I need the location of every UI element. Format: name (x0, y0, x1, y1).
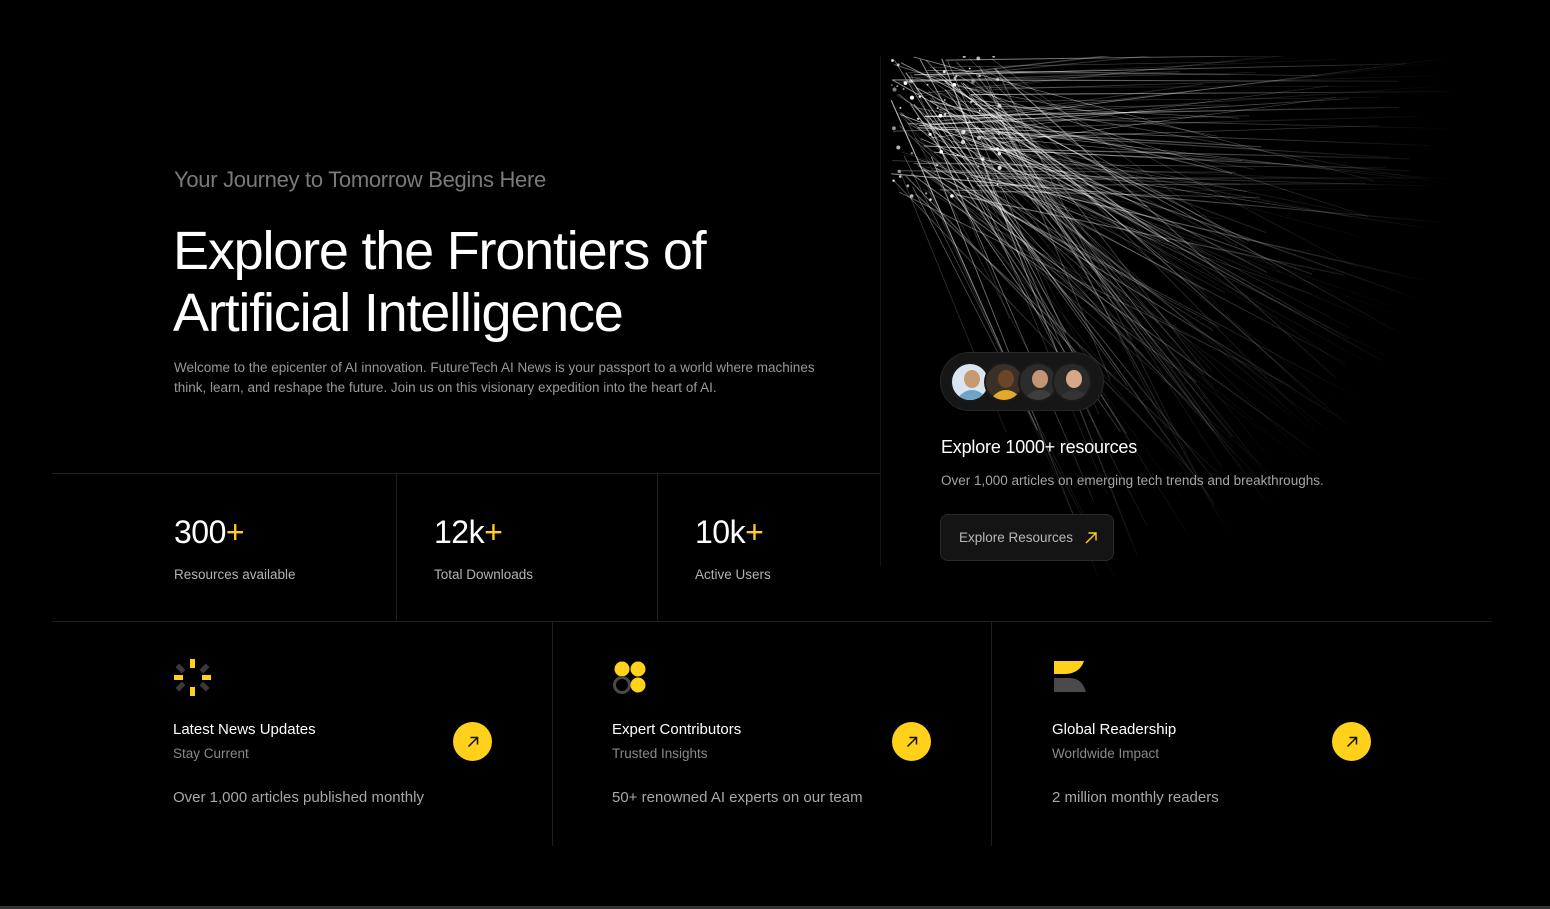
stat-users: 10k+ Active Users (695, 514, 771, 582)
divider (552, 622, 553, 846)
stat-value: 300+ (174, 514, 245, 550)
feature-subtitle: Stay Current (173, 746, 249, 761)
feature-title: Latest News Updates (173, 721, 316, 738)
feature-arrow-button[interactable] (453, 722, 492, 761)
clover-icon (613, 661, 646, 694)
hero-headline-line1: Explore the Frontiers of (173, 221, 707, 281)
arrow-up-right-icon (1085, 531, 1097, 543)
explore-resources-label: Explore Resources (959, 530, 1074, 545)
feature-subtitle: Trusted Insights (612, 746, 708, 761)
stat-label: Active Users (695, 567, 771, 582)
resources-title: Explore 1000+ resources (941, 437, 1138, 457)
feature-title: Global Readership (1052, 721, 1177, 738)
stat-value: 10k+ (695, 514, 764, 550)
divider (991, 622, 992, 846)
feature-news: Latest News Updates Stay Current Over 1,… (173, 658, 492, 806)
stat-label: Total Downloads (434, 567, 534, 582)
feature-contributors: Expert Contributors Trusted Insights 50+… (612, 658, 931, 806)
explore-resources-button[interactable]: Explore Resources (940, 514, 1114, 561)
feature-description: 2 million monthly readers (1052, 789, 1219, 806)
arrow-up-right-icon (906, 736, 917, 747)
stat-label: Resources available (174, 567, 296, 582)
feature-title: Expert Contributors (612, 721, 742, 738)
feature-readership: Global Readership Worldwide Impact 2 mil… (1052, 658, 1371, 806)
feature-arrow-button[interactable] (892, 722, 931, 761)
sparkle-burst-icon (174, 659, 211, 696)
hero-headline-line2: Artificial Intelligence (173, 283, 624, 343)
arrow-up-right-icon (467, 736, 478, 747)
stat-value: 12k+ (434, 514, 503, 550)
hero-eyebrow: Your Journey to Tomorrow Begins Here (174, 167, 546, 192)
feature-subtitle: Worldwide Impact (1052, 746, 1160, 761)
feature-description: Over 1,000 articles published monthly (173, 789, 424, 806)
stat-resources: 300+ Resources available (174, 514, 296, 582)
feature-arrow-button[interactable] (1332, 722, 1371, 761)
divider (657, 474, 658, 621)
avatar-4 (1052, 361, 1092, 402)
feature-description: 50+ renowned AI experts on our team (612, 789, 863, 806)
divider (52, 473, 881, 474)
hero-headline: Explore the Frontiers of Artificial Inte… (173, 220, 813, 344)
hero-intro: Welcome to the epicenter of AI innovatio… (174, 360, 815, 395)
stat-downloads: 12k+ Total Downloads (434, 514, 533, 582)
divider (396, 474, 397, 621)
stacked-leaf-icon (1054, 661, 1086, 692)
light-rays-graphic (890, 56, 1481, 576)
arrow-up-right-icon (1346, 736, 1357, 747)
divider (880, 56, 881, 566)
resources-subtitle: Over 1,000 articles on emerging tech tre… (941, 473, 1324, 488)
hero-section: Your Journey to Tomorrow Begins Here Exp… (0, 0, 1550, 909)
divider (52, 621, 1492, 622)
avatar-group (940, 352, 1104, 411)
